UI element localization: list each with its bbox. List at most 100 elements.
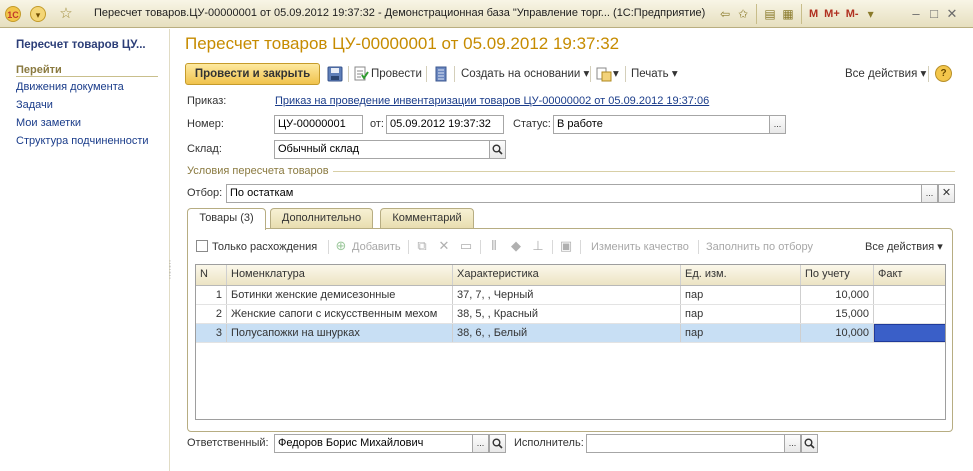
filter-clear-icon[interactable]: ✕	[938, 185, 954, 202]
linked-documents-chevron-icon[interactable]: ▾	[613, 65, 619, 83]
warehouse-label: Склад:	[187, 143, 222, 155]
date-field[interactable]: 05.09.2012 19:37:32	[386, 115, 504, 134]
memory-plus-button[interactable]: M+	[821, 4, 843, 24]
goods-table: N Номенклатура Характеристика Ед. изм. П…	[195, 264, 946, 420]
responsible-search-icon[interactable]	[489, 435, 505, 452]
goods-tab-panel: Только расхождения ⊕ Добавить ⧉ ✕ ▭ ⦀ ◆ …	[187, 228, 953, 432]
memory-m-button[interactable]: M	[806, 4, 821, 24]
minimize-button[interactable]: –	[907, 4, 925, 24]
cell-item[interactable]: Женские сапоги с искусственным мехом	[227, 305, 453, 323]
cell-characteristic[interactable]: 37, 7, , Черный	[453, 286, 681, 304]
cell-fact-active[interactable]	[874, 324, 945, 342]
tag-icon[interactable]: ◆	[508, 238, 524, 254]
bookmark-icon[interactable]: ✩	[734, 4, 752, 24]
only-differences-checkbox[interactable]	[196, 240, 208, 252]
filter-field[interactable]: По остаткам ... ✕	[226, 184, 955, 203]
edit-icon[interactable]: ▭	[458, 238, 474, 254]
print-menu[interactable]: Печать ▾	[631, 65, 678, 83]
cell-characteristic[interactable]: 38, 6, , Белый	[453, 324, 681, 342]
cell-item[interactable]: Ботинки женские демисезонные	[227, 286, 453, 304]
nav-item-tasks[interactable]: Задачи	[16, 99, 53, 111]
column-header-characteristic[interactable]: Характеристика	[453, 265, 681, 285]
responsible-field[interactable]: Федоров Борис Михайлович ...	[274, 434, 506, 453]
executor-search-icon[interactable]	[801, 435, 817, 452]
tab-comment[interactable]: Комментарий	[380, 208, 474, 228]
tab-additional[interactable]: Дополнительно	[270, 208, 373, 228]
post-document-icon[interactable]	[353, 66, 369, 82]
command-bar: Провести и закрыть Провести Создать на о…	[185, 63, 955, 85]
cell-unit[interactable]: пар	[681, 286, 801, 304]
group-icon[interactable]: ▣	[558, 238, 574, 254]
add-plus-icon[interactable]: ⊕	[333, 238, 349, 254]
order-label: Приказ:	[187, 95, 227, 107]
status-label: Статус:	[513, 118, 551, 130]
page-title: Пересчет товаров ЦУ-00000001 от 05.09.20…	[185, 34, 620, 53]
nav-item-document-movements[interactable]: Движения документа	[16, 81, 124, 93]
main-menu-chevron-icon[interactable]: ▾	[30, 6, 46, 22]
number-field[interactable]: ЦУ-00000001	[274, 115, 363, 134]
document-icon[interactable]: ▤	[761, 4, 779, 24]
change-quality-button[interactable]: Изменить качество	[591, 239, 689, 255]
table-row[interactable]: 1 Ботинки женские демисезонные 37, 7, , …	[196, 286, 945, 305]
warehouse-field[interactable]: Обычный склад	[274, 140, 506, 159]
app-logo-icon[interactable]: 1С	[5, 6, 21, 22]
fill-by-filter-button[interactable]: Заполнить по отбору	[706, 239, 813, 255]
table-header: N Номенклатура Характеристика Ед. изм. П…	[196, 265, 945, 286]
column-header-unit[interactable]: Ед. изм.	[681, 265, 801, 285]
cell-unit[interactable]: пар	[681, 305, 801, 323]
back-arrow-icon[interactable]: ⇦	[716, 4, 734, 24]
maximize-button[interactable]: □	[925, 4, 943, 24]
stamp-icon[interactable]: ⊥	[530, 238, 546, 254]
table-row[interactable]: 2 Женские сапоги с искусственным мехом 3…	[196, 305, 945, 324]
copy-icon[interactable]: ⧉	[414, 238, 430, 254]
only-differences-label[interactable]: Только расхождения	[212, 239, 317, 255]
column-header-accounted[interactable]: По учету	[801, 265, 874, 285]
favorite-star-icon[interactable]: ☆	[58, 6, 74, 22]
all-actions-menu[interactable]: Все действия ▾	[845, 65, 926, 83]
post-and-close-button[interactable]: Провести и закрыть	[185, 63, 320, 85]
panel-splitter-handle[interactable]: ⋮ ⋮ ⋮	[166, 260, 174, 291]
warehouse-search-icon[interactable]	[489, 141, 505, 158]
post-button[interactable]: Провести	[371, 65, 422, 83]
column-header-n[interactable]: N	[196, 265, 227, 285]
filter-label: Отбор:	[187, 187, 223, 199]
cell-fact[interactable]	[874, 305, 945, 323]
barcode-icon[interactable]: ⦀	[486, 238, 502, 254]
cell-characteristic[interactable]: 38, 5, , Красный	[453, 305, 681, 323]
document-form: Пересчет товаров ЦУ-00000001 от 05.09.20…	[171, 29, 973, 471]
delete-icon[interactable]: ✕	[436, 238, 452, 254]
chevron-down-icon[interactable]: ▾	[862, 4, 880, 24]
memory-minus-button[interactable]: M-	[843, 4, 862, 24]
help-icon[interactable]: ?	[935, 65, 952, 82]
save-icon[interactable]	[327, 66, 343, 82]
cell-fact[interactable]	[874, 286, 945, 304]
responsible-select-button[interactable]: ...	[472, 435, 489, 452]
executor-select-button[interactable]: ...	[784, 435, 801, 452]
nav-item-my-notes[interactable]: Мои заметки	[16, 117, 81, 129]
register-list-icon[interactable]	[433, 66, 449, 82]
cell-accounted: 10,000	[801, 286, 874, 304]
status-select-button[interactable]: ...	[769, 116, 785, 133]
executor-field[interactable]: ...	[586, 434, 818, 453]
cell-unit[interactable]: пар	[681, 324, 801, 342]
column-header-fact[interactable]: Факт	[874, 265, 945, 285]
cell-accounted: 10,000	[801, 324, 874, 342]
divider	[333, 171, 955, 172]
conditions-group-title: Условия пересчета товаров	[187, 165, 329, 177]
title-bar: 1С ▾ ☆ Пересчет товаров.ЦУ-00000001 от 0…	[0, 0, 973, 28]
goods-all-actions-menu[interactable]: Все действия ▾	[865, 239, 943, 255]
create-based-on-menu[interactable]: Создать на основании ▾	[461, 65, 589, 83]
linked-documents-icon[interactable]	[596, 66, 612, 82]
calendar-icon[interactable]: ▦	[779, 4, 797, 24]
nav-item-subordination-structure[interactable]: Структура подчиненности	[16, 135, 149, 147]
cell-item[interactable]: Полусапожки на шнурках	[227, 324, 453, 342]
add-button[interactable]: Добавить	[352, 239, 401, 255]
status-field[interactable]: В работе ...	[553, 115, 786, 134]
tab-goods[interactable]: Товары (3)	[187, 208, 266, 230]
order-link[interactable]: Приказ на проведение инвентаризации това…	[275, 95, 709, 107]
cell-accounted: 15,000	[801, 305, 874, 323]
table-row-selected[interactable]: 3 Полусапожки на шнурках 38, 6, , Белый …	[196, 324, 945, 343]
close-button[interactable]: ✕	[943, 4, 961, 24]
filter-select-button[interactable]: ...	[921, 185, 938, 202]
column-header-item[interactable]: Номенклатура	[227, 265, 453, 285]
